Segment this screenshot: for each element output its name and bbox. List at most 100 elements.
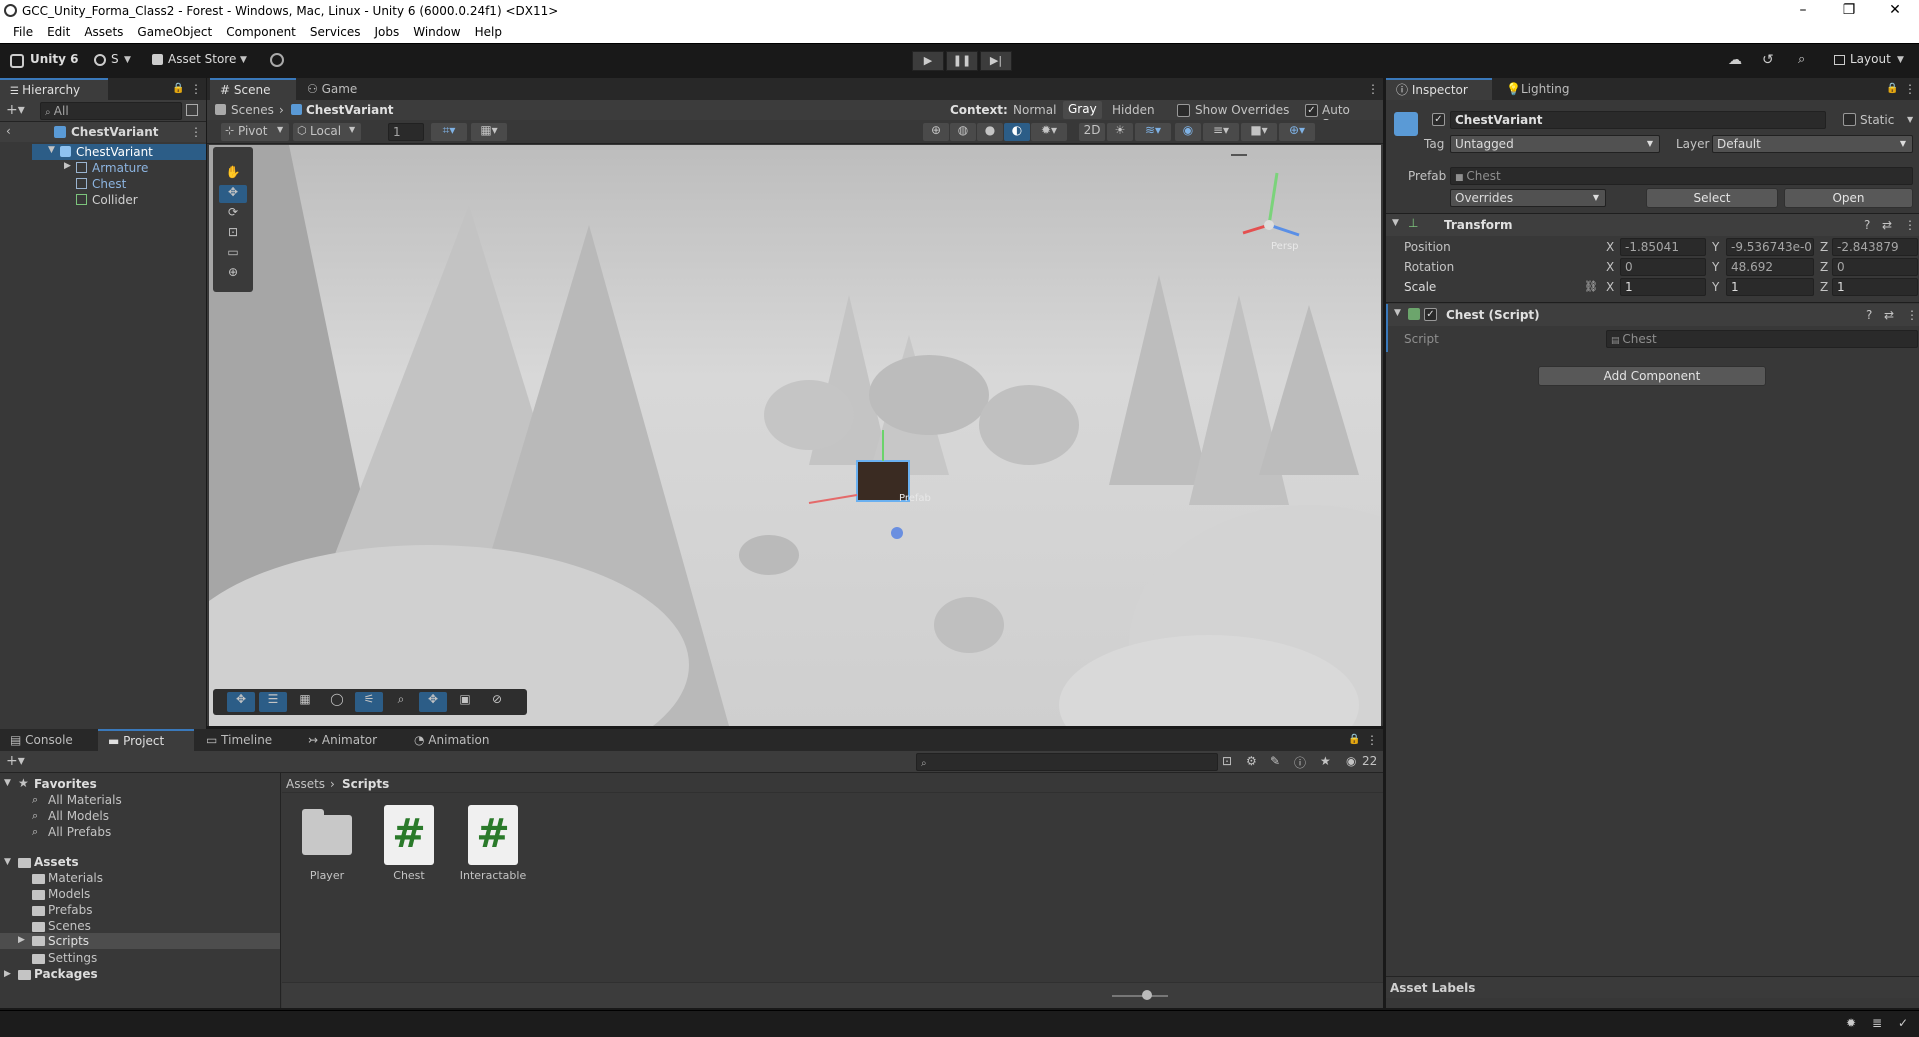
rotation-y-input[interactable]: 48.692 xyxy=(1726,258,1814,276)
prefab-header-row[interactable]: ‹ ChestVariant ⋮ xyxy=(0,122,206,142)
expand-arrow-icon[interactable]: ▼ xyxy=(4,857,11,867)
lock-icon[interactable]: 🔒 xyxy=(1886,83,1898,94)
hierarchy-item-collider[interactable]: Collider xyxy=(32,192,206,208)
position-z-input[interactable]: -2.843879 xyxy=(1832,238,1918,256)
tab-inspector[interactable]: ⓘ Inspector xyxy=(1386,78,1492,100)
layers-icon[interactable]: ≡▾ xyxy=(1203,123,1239,141)
expand-arrow-icon[interactable]: ▶ xyxy=(18,935,25,945)
breadcrumb-current[interactable]: ChestVariant xyxy=(306,103,394,117)
tab-animation[interactable]: ◔ Animation xyxy=(404,729,499,751)
kebab-menu-icon[interactable]: ⋮ xyxy=(190,125,202,139)
menu-window[interactable]: Window xyxy=(406,22,467,43)
overlay-pan-icon[interactable]: ✥ xyxy=(419,692,447,712)
shaded-icon[interactable]: ● xyxy=(977,123,1003,141)
render-mode-icon[interactable]: ✹▾ xyxy=(1031,123,1067,141)
prefab-asset-field[interactable]: ■ Chest xyxy=(1450,167,1913,185)
create-plus-icon[interactable]: +▾ xyxy=(6,102,25,118)
menu-help[interactable]: Help xyxy=(468,22,509,43)
tab-hierarchy[interactable]: ☰ Hierarchy xyxy=(0,78,108,100)
scale-z-input[interactable]: 1 xyxy=(1832,278,1918,296)
kebab-menu-icon[interactable]: ⋮ xyxy=(190,82,202,96)
project-search-input[interactable]: ⌕ xyxy=(916,753,1218,771)
overlay-search-icon[interactable]: ⌕ xyxy=(387,692,415,712)
expand-arrow-icon[interactable]: ▶ xyxy=(4,969,11,979)
context-gray[interactable]: Gray xyxy=(1063,101,1102,119)
tab-timeline[interactable]: ▭ Timeline xyxy=(196,729,282,751)
menu-services[interactable]: Services xyxy=(303,22,368,43)
scale-x-input[interactable]: 1 xyxy=(1620,278,1706,296)
position-x-input[interactable]: -1.85041 xyxy=(1620,238,1706,256)
help-icon[interactable]: ? xyxy=(1866,308,1872,322)
search-by-type-icon[interactable]: ⊡ xyxy=(1222,754,1232,768)
local-dropdown[interactable]: ⬡ Local ▼ xyxy=(293,123,361,141)
overlay-align-icon[interactable]: ☰ xyxy=(259,692,287,712)
search-icon[interactable]: ⌕ xyxy=(1798,52,1805,67)
context-hidden[interactable]: Hidden xyxy=(1112,103,1155,117)
layers-stack-icon[interactable]: ≣ xyxy=(1872,1016,1882,1030)
assets-folder-item[interactable]: Prefabs xyxy=(48,903,93,917)
menu-file[interactable]: File xyxy=(6,22,40,43)
gizmo-globe-icon[interactable]: ⊕ xyxy=(923,123,949,141)
preset-icon[interactable]: ⇄ xyxy=(1884,308,1894,322)
tab-scene[interactable]: # Scene xyxy=(210,78,296,100)
wireframe-shading-icon[interactable]: ◍ xyxy=(950,123,976,141)
pivot-dropdown[interactable]: ⊹ Pivot ▼ xyxy=(221,123,289,141)
effects-icon[interactable]: ≋▾ xyxy=(1135,123,1171,141)
lock-icon[interactable]: 🔒 xyxy=(172,83,184,94)
hand-tool-icon[interactable]: ✋ xyxy=(219,165,247,183)
toggle-2d-icon[interactable]: 2D xyxy=(1079,123,1105,141)
kebab-menu-icon[interactable]: ⋮ xyxy=(1367,82,1379,96)
unity-version-label[interactable]: Unity 6 xyxy=(30,52,79,66)
overlay-grid-icon[interactable]: ▦ xyxy=(291,692,319,712)
packages-label[interactable]: Packages xyxy=(34,967,98,981)
script-field[interactable]: ▤ Chest xyxy=(1606,330,1918,348)
history-icon[interactable]: ↺ xyxy=(1762,52,1774,68)
assets-folder-selected[interactable]: ▶ Scripts xyxy=(0,933,280,949)
assets-folder-item[interactable]: Scenes xyxy=(48,919,91,933)
pause-button[interactable]: ❚❚ xyxy=(946,51,978,71)
transform-header[interactable]: ▼ ⊥ Transform ? ⇄ ⋮ xyxy=(1386,214,1919,236)
camera-settings-icon[interactable]: ■▾ xyxy=(1241,123,1277,141)
script-component-header[interactable]: ▼ ✓ Chest (Script) ? ⇄ ⋮ xyxy=(1386,304,1919,326)
asset-store-button[interactable]: Asset Store xyxy=(168,52,236,66)
asset-labels-bar[interactable]: Asset Labels xyxy=(1386,976,1919,998)
maximize-button[interactable]: ❐ xyxy=(1826,0,1872,22)
account-icon[interactable] xyxy=(94,54,106,66)
tab-project[interactable]: ▬ Project xyxy=(98,729,194,751)
tab-game[interactable]: ⚇ Game xyxy=(297,78,367,100)
move-tool-icon[interactable]: ✥ xyxy=(219,185,247,203)
tab-console[interactable]: ▤ Console xyxy=(0,729,83,751)
rotation-z-input[interactable]: 0 xyxy=(1832,258,1918,276)
scene-persp-label[interactable]: Persp xyxy=(1271,241,1299,252)
breadcrumb-scenes[interactable]: Scenes xyxy=(231,103,274,117)
overlay-camera-icon[interactable]: ▣ xyxy=(451,692,479,712)
menu-component[interactable]: Component xyxy=(219,22,303,43)
zoom-slider-handle[interactable] xyxy=(1142,990,1152,1000)
favorite-star-icon[interactable]: ★ xyxy=(1320,754,1331,768)
layer-dropdown[interactable]: Default ▼ xyxy=(1712,135,1913,153)
scale-y-input[interactable]: 1 xyxy=(1726,278,1814,296)
favorites-item[interactable]: All Prefabs xyxy=(48,825,111,839)
asset-tile-chest[interactable]: # Chest xyxy=(378,805,438,887)
menu-assets[interactable]: Assets xyxy=(77,22,130,43)
expand-arrow-icon[interactable]: ▼ xyxy=(4,778,11,788)
account-dropdown[interactable]: S xyxy=(111,52,119,66)
visibility-eye-icon[interactable]: ◉ xyxy=(1175,123,1201,141)
menu-edit[interactable]: Edit xyxy=(40,22,77,43)
cloud-icon[interactable]: ☁ xyxy=(1728,52,1742,68)
help-icon[interactable]: ? xyxy=(1864,218,1870,232)
favorites-item[interactable]: All Models xyxy=(48,809,109,823)
kebab-menu-icon[interactable]: ⋮ xyxy=(1904,218,1916,232)
kebab-menu-icon[interactable]: ⋮ xyxy=(1906,308,1918,322)
component-enabled-checkbox[interactable]: ✓ xyxy=(1424,308,1437,321)
tag-filter-icon[interactable]: ✎ xyxy=(1270,754,1280,768)
tab-lighting[interactable]: 💡Lighting xyxy=(1496,78,1579,100)
lighting-toggle-icon[interactable]: ☀ xyxy=(1107,123,1133,141)
kebab-menu-icon[interactable]: ⋮ xyxy=(1366,733,1378,747)
overrides-dropdown[interactable]: Overrides ▼ xyxy=(1450,189,1606,207)
favorites-label[interactable]: Favorites xyxy=(34,777,97,791)
asset-tile-interactable[interactable]: # Interactable xyxy=(458,805,528,887)
minimize-button[interactable]: – xyxy=(1780,0,1826,22)
expand-arrow-icon[interactable]: ▼ xyxy=(48,145,55,155)
menu-jobs[interactable]: Jobs xyxy=(368,22,407,43)
